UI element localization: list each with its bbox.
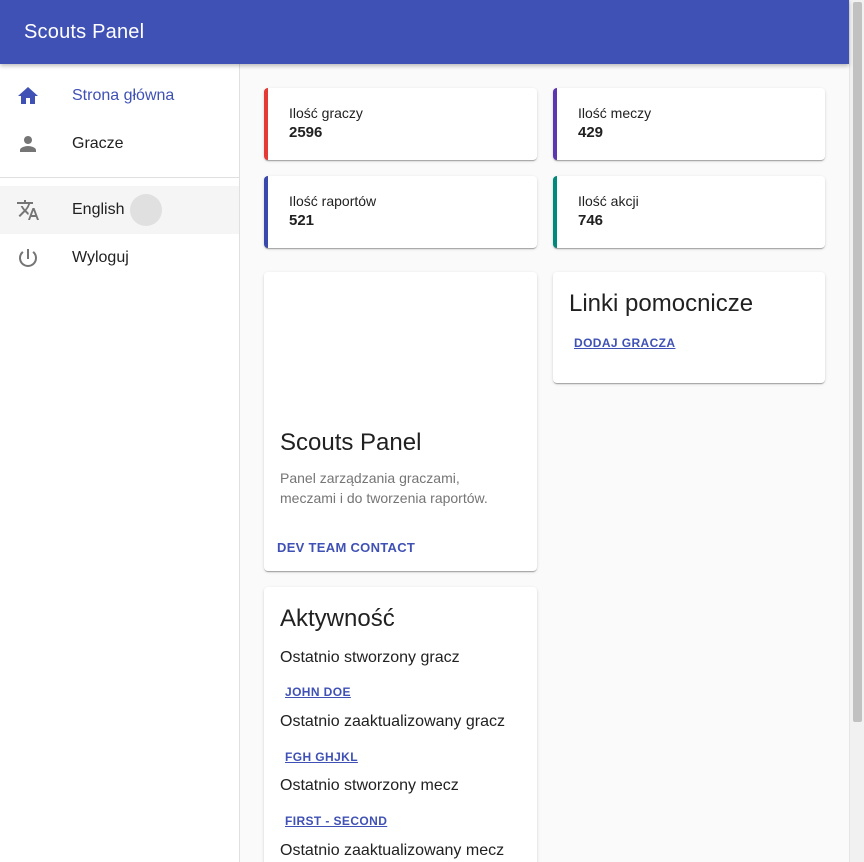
stat-label: Ilość meczy xyxy=(578,105,652,121)
scrollbar-thumb[interactable] xyxy=(853,2,862,722)
stat-card-actions: Ilość akcji 746 xyxy=(553,176,825,248)
sidebar-item-players[interactable]: Gracze xyxy=(0,120,239,168)
last-updated-player-link[interactable]: fgh ghjkl xyxy=(285,750,358,764)
sidebar-item-logout[interactable]: Wyloguj xyxy=(0,234,239,282)
last-created-match-link[interactable]: First - Second xyxy=(285,814,387,828)
about-card: Scouts Panel Panel zarządzania graczami,… xyxy=(264,272,537,571)
activity-label: Ostatnio zaaktualizowany gracz xyxy=(280,713,505,730)
stat-label: Ilość akcji xyxy=(578,193,639,209)
helper-links-title: Linki pomocnicze xyxy=(569,290,754,317)
stat-card-players: Ilość graczy 2596 xyxy=(264,88,537,160)
stat-label: Ilość graczy xyxy=(289,105,363,121)
stat-label: Ilość raportów xyxy=(289,193,377,209)
add-player-link[interactable]: Dodaj gracza xyxy=(574,336,675,350)
activity-title: Aktywność xyxy=(280,605,395,632)
activity-card: Aktywność Ostatnio stworzony gracz John … xyxy=(264,587,537,862)
about-title: Scouts Panel xyxy=(280,429,422,456)
last-created-player-link[interactable]: John Doe xyxy=(285,685,351,699)
person-icon xyxy=(16,132,40,156)
stat-value: 2596 xyxy=(289,124,323,141)
dev-team-contact-button[interactable]: Dev team contact xyxy=(277,540,415,555)
sidebar-item-label: English xyxy=(72,201,125,218)
translate-icon xyxy=(16,198,40,222)
sidebar-item-language[interactable]: English xyxy=(0,186,239,234)
stat-card-reports: Ilość raportów 521 xyxy=(264,176,537,248)
stat-value: 521 xyxy=(289,212,315,229)
helper-links-card: Linki pomocnicze Dodaj gracza xyxy=(553,272,825,383)
stat-card-matches: Ilość meczy 429 xyxy=(553,88,825,160)
sidebar-item-home[interactable]: Strona główna xyxy=(0,72,239,120)
power-icon xyxy=(16,246,40,270)
stat-value: 429 xyxy=(578,124,604,141)
sidebar-divider xyxy=(0,177,239,178)
activity-label: Ostatnio stworzony gracz xyxy=(280,649,460,666)
stat-value: 746 xyxy=(578,212,604,229)
page-scrollbar[interactable] xyxy=(849,0,864,862)
home-icon xyxy=(16,84,40,108)
sidebar: Strona główna Gracze English Wyloguj xyxy=(0,64,240,862)
about-description: Panel zarządzania graczami, meczami i do… xyxy=(280,470,488,506)
activity-label: Ostatnio stworzony mecz xyxy=(280,777,459,794)
app-title: Scouts Panel xyxy=(24,20,145,43)
app-bar: Scouts Panel xyxy=(0,0,849,64)
sidebar-item-label: Gracze xyxy=(72,135,124,152)
activity-label: Ostatnio zaaktualizowany mecz xyxy=(280,842,505,859)
ripple-effect xyxy=(130,194,163,226)
sidebar-item-label: Wyloguj xyxy=(72,249,129,266)
sidebar-item-label: Strona główna xyxy=(72,87,175,104)
